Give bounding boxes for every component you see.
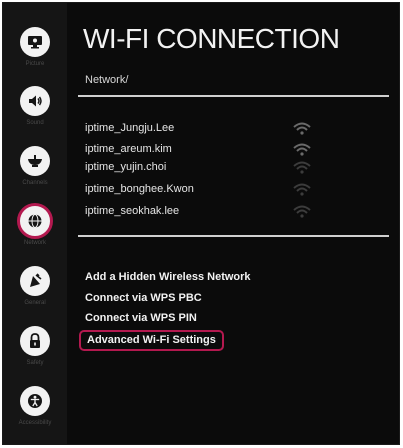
sidebar-item-channels[interactable]: Channels xyxy=(3,146,67,202)
sidebar-item-picture[interactable]: Picture xyxy=(3,27,67,83)
wifi-signal-icon xyxy=(293,205,311,218)
connect-wps-pbc-button[interactable]: Connect via WPS PBC xyxy=(85,292,202,304)
sidebar-item-sound[interactable]: Sound xyxy=(3,86,67,142)
settings-sidebar: Picture Sound Channels Network General S… xyxy=(3,3,67,444)
network-name: iptime_yujin.choi xyxy=(85,161,167,173)
breadcrumb: Network/ xyxy=(85,74,129,86)
sidebar-item-label: Network xyxy=(23,240,46,246)
wifi-signal-icon xyxy=(293,183,311,196)
network-name: iptime_bonghee.Kwon xyxy=(85,183,194,195)
wifi-signal-icon xyxy=(293,122,311,135)
network-list-item[interactable]: iptime_bonghee.Kwon xyxy=(85,183,335,199)
sidebar-item-label: General xyxy=(24,300,46,306)
picture-icon xyxy=(20,27,50,57)
general-icon xyxy=(20,266,50,296)
sidebar-item-safety[interactable]: Safety xyxy=(3,326,67,382)
wifi-signal-icon xyxy=(293,161,311,174)
divider xyxy=(78,235,389,237)
sidebar-item-label: Safety xyxy=(26,360,44,366)
sidebar-item-label: Channels xyxy=(22,180,48,186)
sidebar-item-network[interactable]: Network xyxy=(3,203,67,262)
network-list-item[interactable]: iptime_Jungju.Lee xyxy=(85,122,335,138)
connect-wps-pin-button[interactable]: Connect via WPS PIN xyxy=(85,312,197,324)
wifi-signal-icon xyxy=(293,143,311,156)
network-name: iptime_areum.kim xyxy=(85,143,172,155)
accessibility-icon xyxy=(20,386,50,416)
network-name: iptime_seokhak.lee xyxy=(85,205,180,217)
divider xyxy=(78,95,389,97)
advanced-wifi-settings-button[interactable]: Advanced Wi-Fi Settings xyxy=(79,330,224,351)
sidebar-item-label: Accessibility xyxy=(18,420,52,426)
sound-icon xyxy=(20,86,50,116)
network-name: iptime_Jungju.Lee xyxy=(85,122,175,134)
sidebar-item-general[interactable]: General xyxy=(3,266,67,322)
sidebar-item-accessibility[interactable]: Accessibility xyxy=(3,386,67,442)
network-list-item[interactable]: iptime_yujin.choi xyxy=(85,161,335,177)
network-list-item[interactable]: iptime_seokhak.lee xyxy=(85,205,335,221)
network-icon xyxy=(17,203,53,239)
sidebar-item-label: Sound xyxy=(26,120,44,126)
page-title: WI-FI CONNECTION xyxy=(83,23,340,54)
network-list-item[interactable]: iptime_areum.kim xyxy=(85,143,335,159)
add-hidden-network-button[interactable]: Add a Hidden Wireless Network xyxy=(85,271,251,283)
lock-icon xyxy=(20,326,50,356)
channels-icon xyxy=(20,146,50,176)
sidebar-item-label: Picture xyxy=(25,61,45,67)
settings-screen: Picture Sound Channels Network General S… xyxy=(2,2,400,445)
